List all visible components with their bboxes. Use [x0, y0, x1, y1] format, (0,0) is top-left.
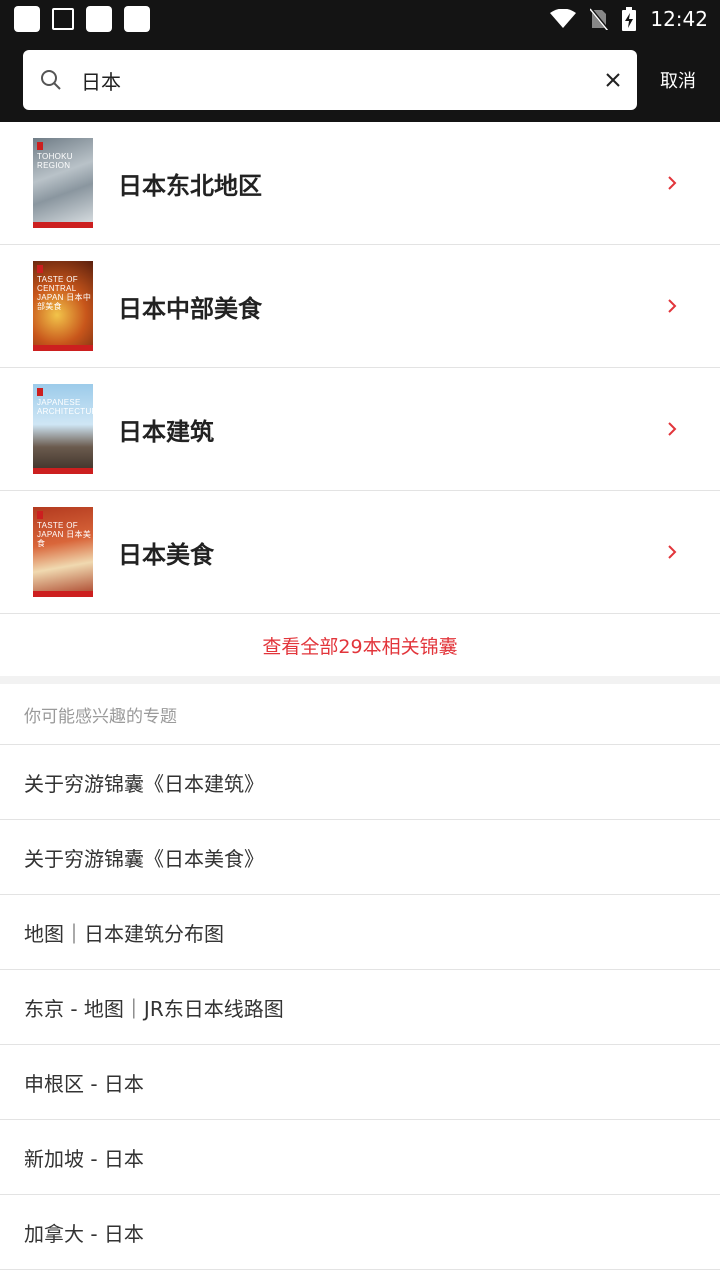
chevron-right-icon [668, 176, 677, 190]
topic-item[interactable]: 加拿大 - 日本 [0, 1195, 720, 1270]
topics-section-title: 你可能感兴趣的专题 [0, 684, 720, 745]
topics-list: 关于穷游锦囊《日本建筑》 关于穷游锦囊《日本美食》 地图｜日本建筑分布图 东京 … [0, 745, 720, 1270]
book-title: 日本中部美食 [118, 294, 262, 323]
topic-item[interactable]: 新加坡 - 日本 [0, 1120, 720, 1195]
no-sim-icon [590, 8, 609, 30]
cancel-button[interactable]: 取消 [660, 67, 696, 93]
app-notification-icon [124, 6, 150, 32]
app-notification-icon [14, 6, 40, 32]
battery-charging-icon [622, 7, 637, 31]
book-item[interactable]: JAPANESE ARCHITECTURE 日本建筑 [0, 368, 720, 491]
clear-search-icon[interactable] [605, 72, 621, 88]
chevron-right-icon [668, 545, 677, 559]
topic-item[interactable]: 地图｜日本建筑分布图 [0, 895, 720, 970]
book-item[interactable]: TASTE OF CENTRAL JAPAN 日本中部美食 日本中部美食 [0, 245, 720, 368]
book-title: 日本美食 [118, 540, 214, 569]
search-header: 日本 取消 [0, 38, 720, 122]
search-icon [41, 70, 61, 90]
wifi-icon [550, 9, 577, 28]
topic-item[interactable]: 东京 - 地图｜JR东日本线路图 [0, 970, 720, 1045]
app-notification-icon [86, 6, 112, 32]
book-cover-image: TASTE OF JAPAN 日本美食 [33, 507, 93, 597]
topic-item[interactable]: 关于穷游锦囊《日本美食》 [0, 820, 720, 895]
search-input[interactable]: 日本 [81, 66, 605, 95]
chevron-right-icon [668, 299, 677, 313]
book-cover-image: TOHOKU REGION [33, 138, 93, 228]
image-notification-icon [52, 8, 74, 30]
chevron-right-icon [668, 422, 677, 436]
topic-item[interactable]: 申根区 - 日本 [0, 1045, 720, 1120]
book-cover-image: TASTE OF CENTRAL JAPAN 日本中部美食 [33, 261, 93, 351]
notification-icons [14, 6, 150, 32]
book-item[interactable]: TASTE OF JAPAN 日本美食 日本美食 [0, 491, 720, 614]
book-title: 日本东北地区 [118, 171, 262, 200]
topic-item[interactable]: 关于穷游锦囊《日本建筑》 [0, 745, 720, 820]
book-item[interactable]: TOHOKU REGION 日本东北地区 [0, 122, 720, 245]
status-bar: 12:42 [0, 0, 720, 38]
view-all-link[interactable]: 查看全部29本相关锦囊 [0, 614, 720, 676]
clock: 12:42 [650, 7, 708, 31]
book-cover-image: JAPANESE ARCHITECTURE [33, 384, 93, 474]
section-divider [0, 676, 720, 684]
book-results: TOHOKU REGION 日本东北地区 TASTE OF CENTRAL JA… [0, 122, 720, 614]
book-title: 日本建筑 [118, 417, 214, 446]
search-box[interactable]: 日本 [23, 50, 637, 110]
